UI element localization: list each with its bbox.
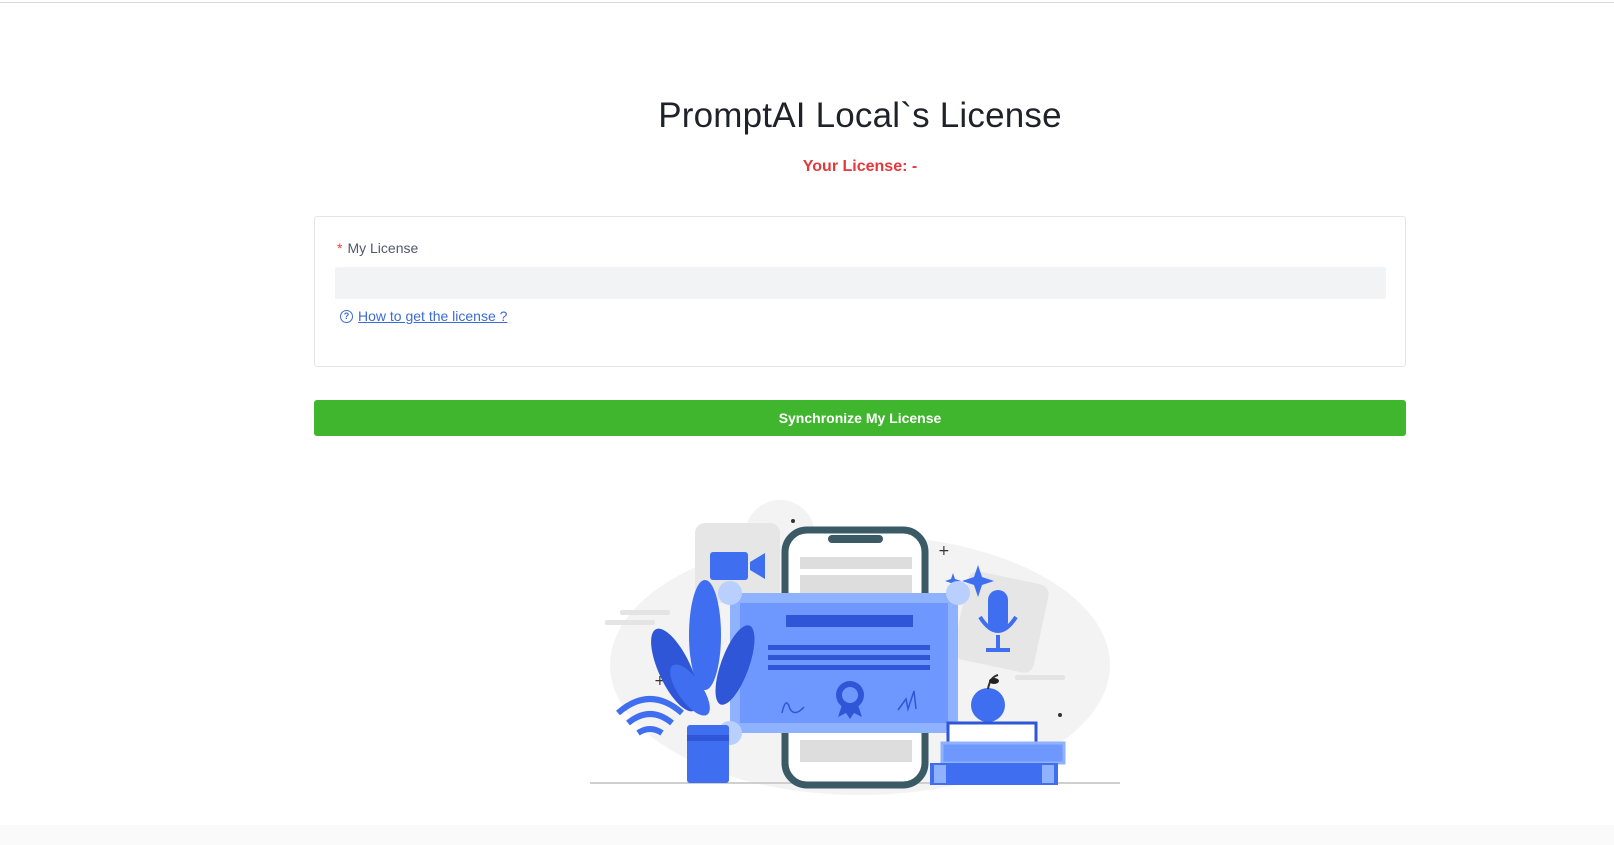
footer-band xyxy=(0,825,1614,845)
question-circle-icon: ? xyxy=(340,309,353,323)
page-title: PromptAI Local`s License xyxy=(658,96,1062,135)
license-certificate-illustration: + + xyxy=(590,500,1120,795)
svg-text:+: + xyxy=(938,543,950,559)
license-input[interactable] xyxy=(335,267,1386,299)
license-form-card: * My License ? How to get the license ? xyxy=(314,216,1406,367)
license-field-label: * My License xyxy=(337,240,418,256)
top-divider xyxy=(0,2,1614,3)
help-row: ? How to get the license ? xyxy=(340,308,507,324)
required-mark: * xyxy=(337,240,343,256)
license-page: PromptAI Local`s License Your License: -… xyxy=(0,0,1614,845)
synchronize-license-button[interactable]: Synchronize My License xyxy=(314,400,1406,436)
how-to-get-license-link[interactable]: How to get the license ? xyxy=(358,308,507,324)
license-label-text: My License xyxy=(347,240,419,256)
license-status: Your License: - xyxy=(802,158,918,175)
